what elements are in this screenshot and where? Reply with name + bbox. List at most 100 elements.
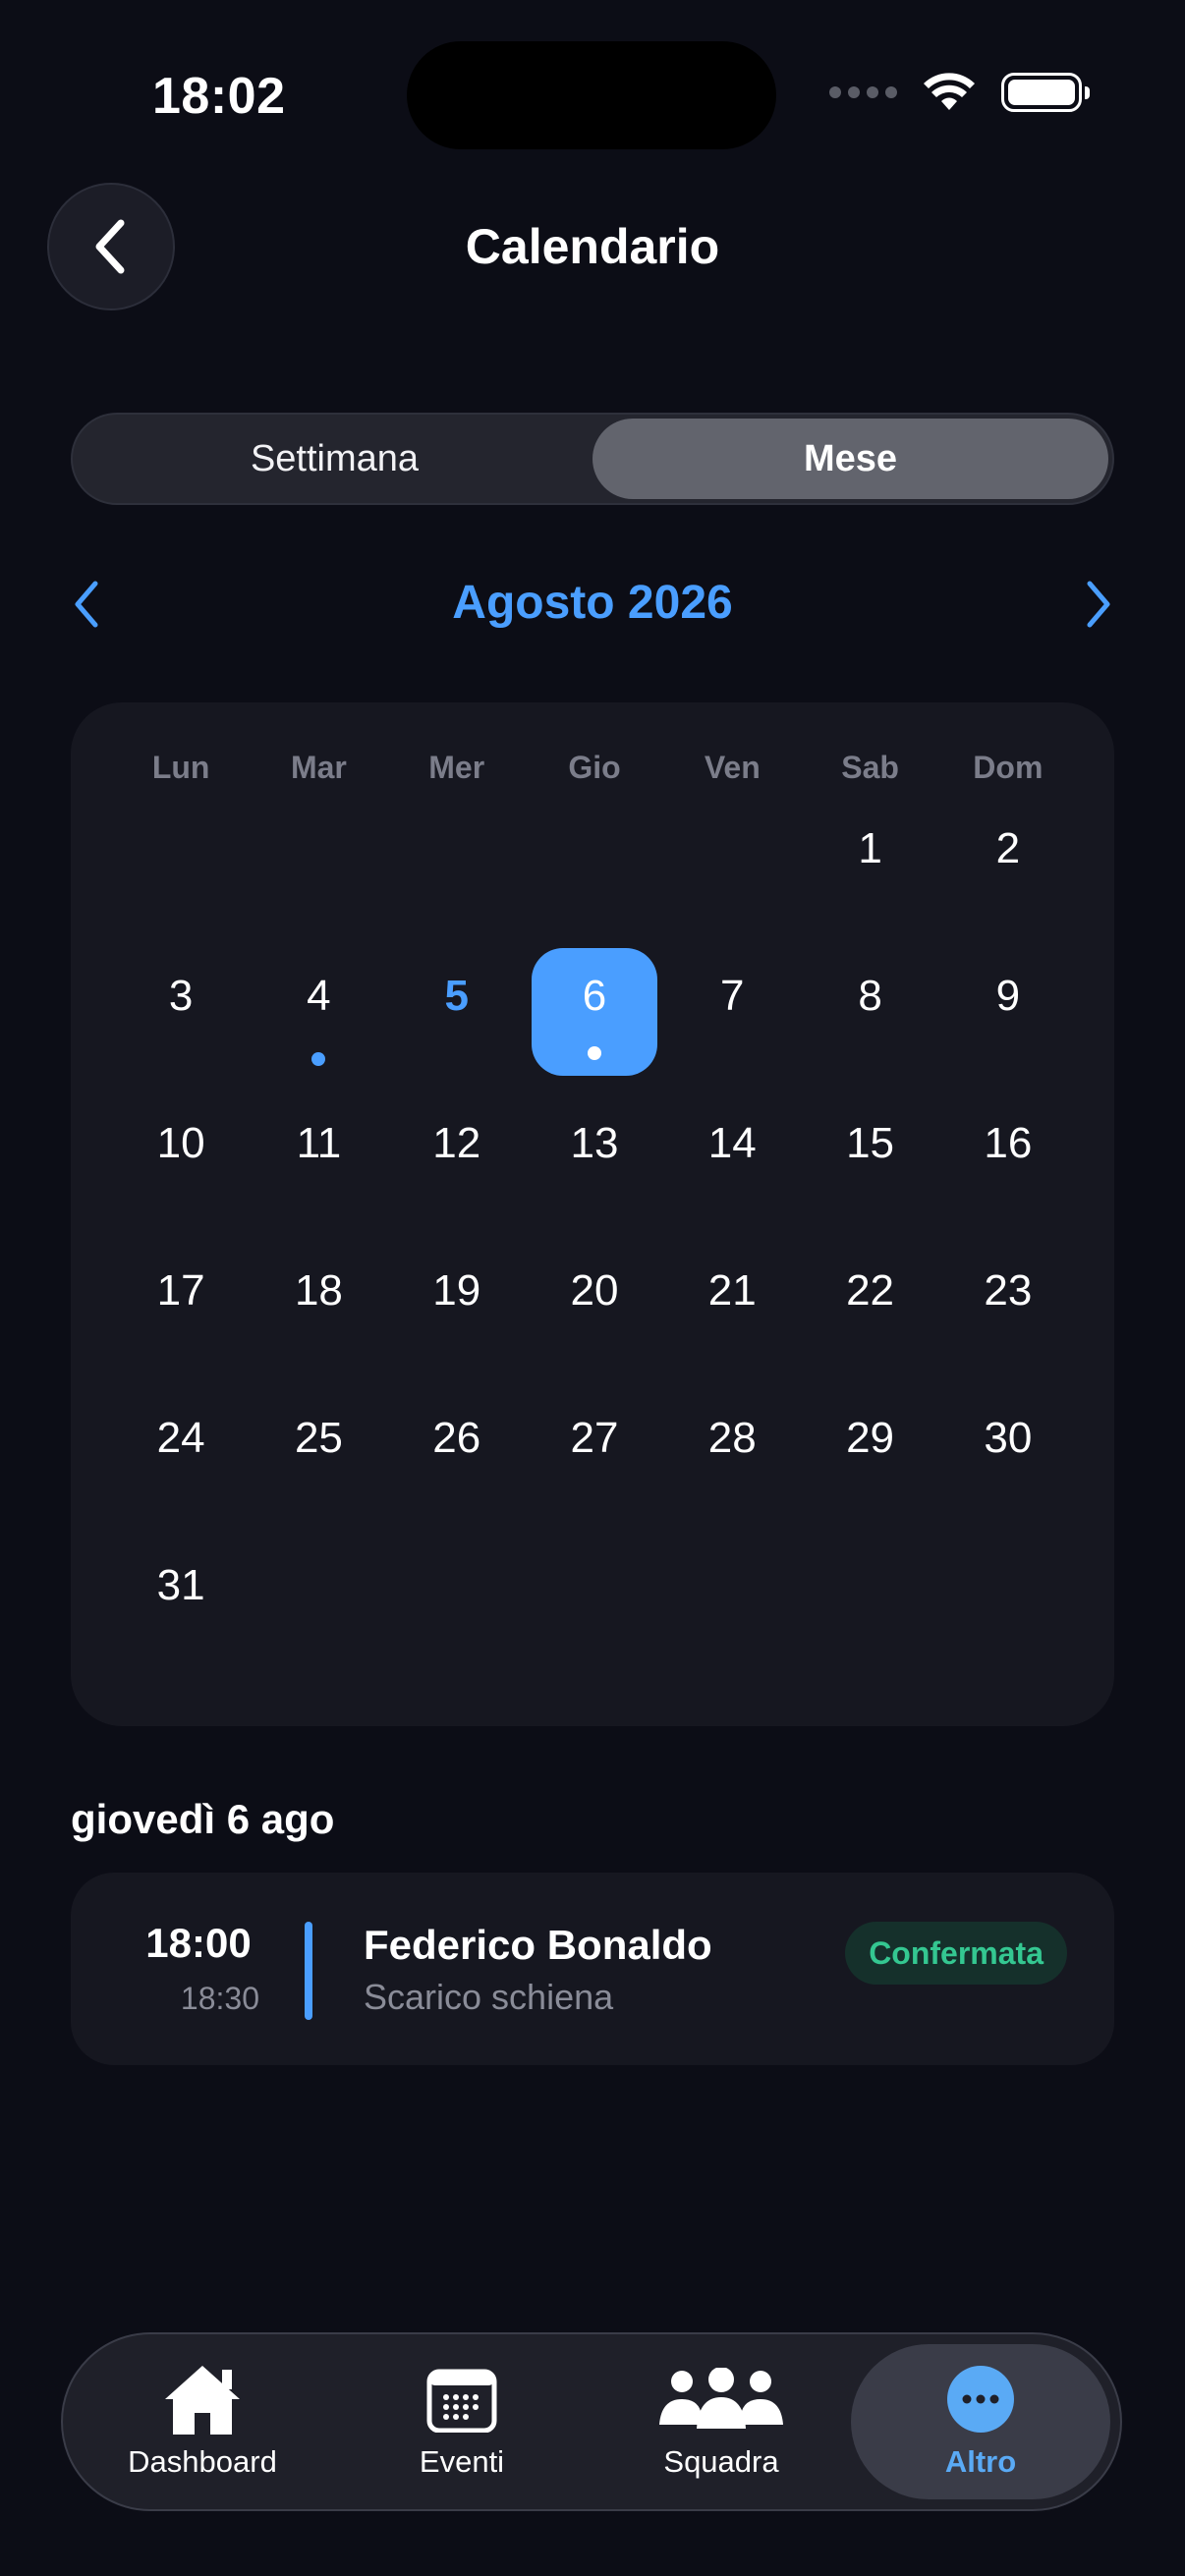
day-number: 6	[582, 972, 607, 1020]
tab-bar: Dashboard Eventi Squadra Altro	[61, 2332, 1122, 2511]
day-cell[interactable]: 5	[388, 948, 526, 1095]
day-empty	[388, 801, 526, 948]
day-cell[interactable]: 23	[939, 1243, 1077, 1390]
day-number: 9	[995, 972, 1021, 1020]
event-subtitle: Scarico schiena	[364, 1977, 614, 2017]
day-cell[interactable]: 18	[250, 1243, 387, 1390]
day-grid: 1 2 3 4 5 6 7 8 9 10 11 12 13 14 15 16 17 18 19 20 21 22 23 24 2…	[112, 801, 1077, 1685]
tab-eventi[interactable]: Eventi	[332, 2344, 592, 2499]
status-badge: Confermata	[845, 1922, 1067, 1985]
day-cell[interactable]: 7	[663, 948, 801, 1095]
tab-altro[interactable]: Altro	[851, 2344, 1110, 2499]
event-card[interactable]: 18:00 18:30 Federico Bonaldo Scarico sch…	[71, 1873, 1114, 2065]
cellular-signal-icon	[829, 86, 897, 98]
weekday-label: Ven	[704, 750, 761, 785]
day-number: 29	[846, 1414, 895, 1462]
day-cell[interactable]: 4	[250, 948, 387, 1095]
chevron-right-icon	[1087, 581, 1110, 628]
day-number: 28	[707, 1414, 757, 1462]
day-number: 8	[858, 972, 882, 1020]
weekday-label: Sab	[841, 750, 899, 785]
status-icons	[829, 73, 1090, 112]
page-title: Calendario	[465, 219, 720, 274]
day-number: 16	[984, 1119, 1033, 1167]
weekday-label: Gio	[568, 750, 621, 785]
day-number: 26	[432, 1414, 481, 1462]
day-number: 14	[707, 1119, 757, 1167]
tab-label: Eventi	[419, 2444, 505, 2479]
calendar-card: Lun Mar Mer Gio Ven Sab Dom 1 2 3 4 5 6 7 8 9 10 1…	[71, 702, 1114, 1726]
tab-squadra[interactable]: Squadra	[592, 2344, 851, 2499]
day-empty	[663, 801, 801, 948]
day-cell[interactable]: 10	[112, 1095, 250, 1243]
month-title: Agosto 2026	[452, 577, 733, 629]
day-cell[interactable]: 15	[801, 1095, 938, 1243]
day-cell[interactable]: 16	[939, 1095, 1077, 1243]
event-dot-indicator	[311, 1052, 326, 1066]
event-accent-bar	[305, 1922, 312, 2020]
day-empty	[526, 801, 663, 948]
day-number: 10	[156, 1119, 205, 1167]
day-cell[interactable]: 1	[801, 801, 938, 948]
view-segmented-control: Settimana Mese	[71, 413, 1114, 505]
day-number: 7	[720, 972, 745, 1020]
day-cell[interactable]: 28	[663, 1390, 801, 1538]
day-cell[interactable]: 3	[112, 948, 250, 1095]
weekday-label: Dom	[973, 750, 1044, 785]
weekday-label: Lun	[151, 750, 210, 785]
weekday-label: Mer	[428, 750, 485, 785]
day-number: 5	[444, 972, 469, 1020]
day-cell[interactable]: 17	[112, 1243, 250, 1390]
more-icon	[947, 2366, 1014, 2433]
day-number: 22	[846, 1266, 895, 1315]
tab-label: Altro	[944, 2444, 1017, 2479]
day-number: 4	[307, 972, 331, 1020]
dynamic-island	[407, 41, 776, 149]
event-name: Federico Bonaldo	[364, 1922, 712, 1968]
status-time: 18:02	[152, 68, 286, 125]
day-cell[interactable]: 6	[526, 948, 663, 1095]
day-number: 24	[156, 1414, 205, 1462]
day-cell[interactable]: 11	[250, 1095, 387, 1243]
segment-month[interactable]: Mese	[592, 419, 1108, 499]
day-cell[interactable]: 31	[112, 1538, 250, 1685]
tab-label: Dashboard	[128, 2444, 277, 2479]
day-cell[interactable]: 13	[526, 1095, 663, 1243]
day-empty	[250, 801, 387, 948]
day-cell[interactable]: 9	[939, 948, 1077, 1095]
battery-icon	[1001, 73, 1090, 112]
day-cell[interactable]: 2	[939, 801, 1077, 948]
day-number: 31	[156, 1561, 205, 1609]
day-number: 20	[570, 1266, 619, 1315]
home-icon	[165, 2366, 240, 2435]
day-number: 3	[168, 972, 194, 1020]
event-dot-indicator	[587, 1046, 601, 1060]
weekday-label: Mar	[290, 750, 347, 785]
event-end-time: 18:30	[180, 1981, 259, 2016]
events-date-heading: giovedì 6 ago	[71, 1796, 335, 1842]
calendar-icon	[426, 2369, 497, 2433]
day-cell[interactable]: 12	[388, 1095, 526, 1243]
day-cell[interactable]: 27	[526, 1390, 663, 1538]
day-cell[interactable]: 24	[112, 1390, 250, 1538]
day-number: 11	[296, 1119, 342, 1167]
day-number: 23	[984, 1266, 1033, 1315]
segment-week[interactable]: Settimana	[77, 419, 592, 499]
day-cell[interactable]: 30	[939, 1390, 1077, 1538]
next-month-button[interactable]	[1075, 575, 1122, 634]
tab-dashboard[interactable]: Dashboard	[73, 2344, 332, 2499]
day-cell[interactable]: 21	[663, 1243, 801, 1390]
day-cell[interactable]: 19	[388, 1243, 526, 1390]
day-number: 1	[858, 824, 882, 872]
day-cell[interactable]: 20	[526, 1243, 663, 1390]
day-cell[interactable]: 29	[801, 1390, 938, 1538]
day-cell[interactable]: 22	[801, 1243, 938, 1390]
weekday-header: Lun Mar Mer Gio Ven Sab Dom	[112, 750, 1077, 786]
day-number: 2	[995, 824, 1021, 872]
day-number: 19	[432, 1266, 481, 1315]
day-cell[interactable]: 25	[250, 1390, 387, 1538]
day-cell[interactable]: 8	[801, 948, 938, 1095]
day-cell[interactable]: 26	[388, 1390, 526, 1538]
day-cell[interactable]: 14	[663, 1095, 801, 1243]
day-number: 18	[294, 1266, 343, 1315]
